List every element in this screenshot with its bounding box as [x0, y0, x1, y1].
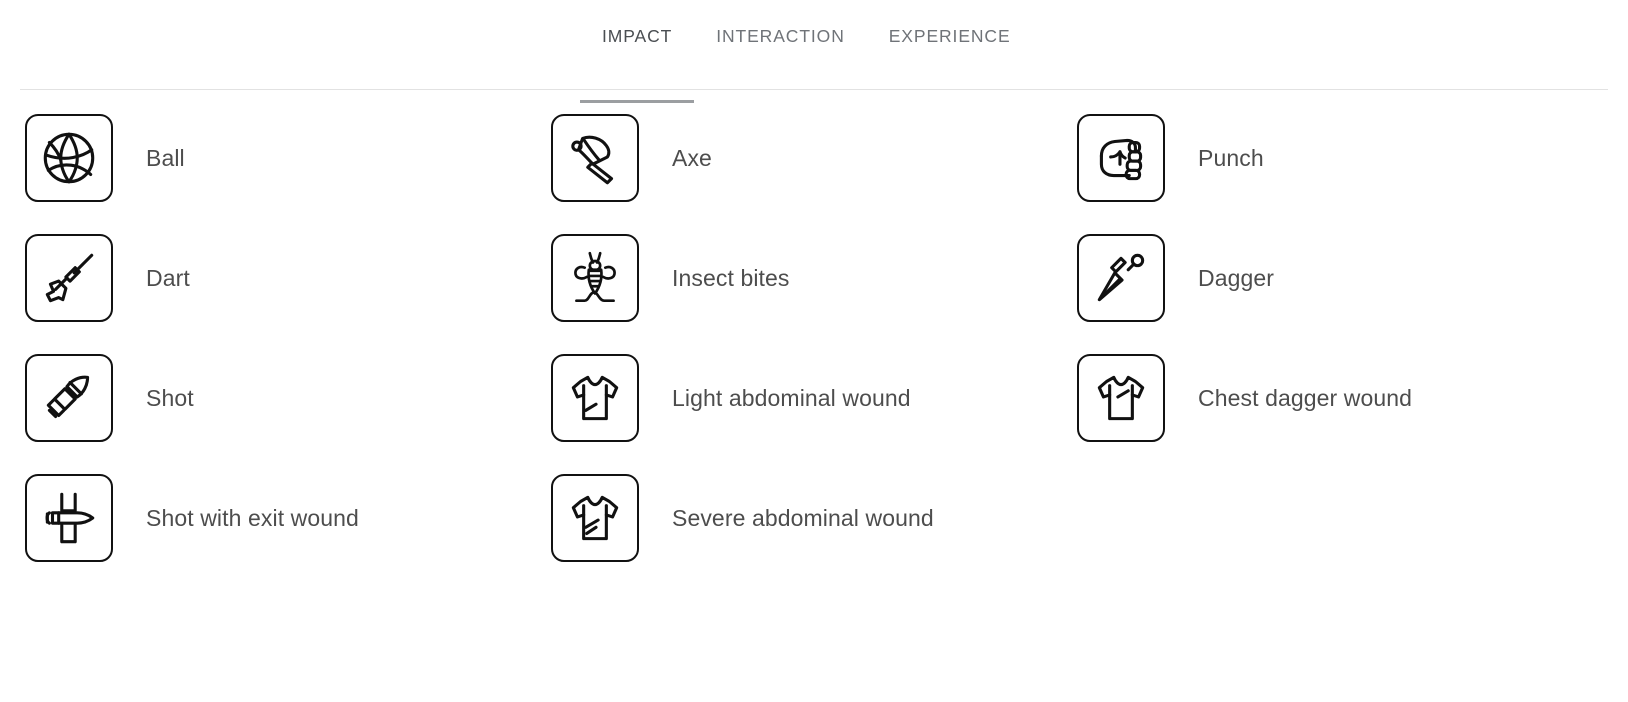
grid-item-axe[interactable]: Axe — [551, 98, 1077, 218]
tshirt-chest-slash-icon — [1077, 354, 1165, 442]
grid-item-ball[interactable]: Ball — [25, 98, 551, 218]
grid-item-insect-bites[interactable]: Insect bites — [551, 218, 1077, 338]
item-label: Axe — [672, 144, 712, 171]
tab-interaction[interactable]: INTERACTION — [694, 0, 867, 46]
tshirt-double-slash-icon — [551, 474, 639, 562]
grid-item-punch[interactable]: Punch — [1077, 98, 1603, 218]
item-label: Severe abdominal wound — [672, 504, 934, 531]
dart-icon — [25, 234, 113, 322]
item-label: Shot — [146, 384, 194, 411]
tshirt-single-slash-icon — [551, 354, 639, 442]
bullet-icon — [25, 354, 113, 442]
tab-list: IMPACT INTERACTION EXPERIENCE — [0, 0, 1628, 102]
grid-item-shot-with-exit-wound[interactable]: Shot with exit wound — [25, 458, 551, 578]
item-label: Insect bites — [672, 264, 790, 291]
grid-item-shot[interactable]: Shot — [25, 338, 551, 458]
grid-item-dagger[interactable]: Dagger — [1077, 218, 1603, 338]
tab-impact[interactable]: IMPACT — [580, 0, 695, 102]
grid-item-dart[interactable]: Dart — [25, 218, 551, 338]
item-label: Shot with exit wound — [146, 504, 359, 531]
fist-icon — [1077, 114, 1165, 202]
grid-item-light-abdominal-wound[interactable]: Light abdominal wound — [551, 338, 1077, 458]
tab-experience[interactable]: EXPERIENCE — [867, 0, 1033, 46]
item-label: Light abdominal wound — [672, 384, 911, 411]
tab-bar-divider — [20, 89, 1608, 90]
bullet-through-body-icon — [25, 474, 113, 562]
grid-item-severe-abdominal-wound[interactable]: Severe abdominal wound — [551, 458, 1077, 578]
item-label: Ball — [146, 144, 185, 171]
item-label: Chest dagger wound — [1198, 384, 1413, 411]
item-label: Dart — [146, 264, 190, 291]
item-label: Punch — [1198, 144, 1264, 171]
dagger-icon — [1077, 234, 1165, 322]
axe-icon — [551, 114, 639, 202]
basketball-icon — [25, 114, 113, 202]
grid-item-chest-dagger-wound[interactable]: Chest dagger wound — [1077, 338, 1603, 458]
icon-grid: Ball Axe Punch Dart Insect bites Dagger … — [0, 90, 1628, 578]
bee-icon — [551, 234, 639, 322]
item-label: Dagger — [1198, 264, 1275, 291]
tab-bar: IMPACT INTERACTION EXPERIENCE — [0, 0, 1628, 102]
